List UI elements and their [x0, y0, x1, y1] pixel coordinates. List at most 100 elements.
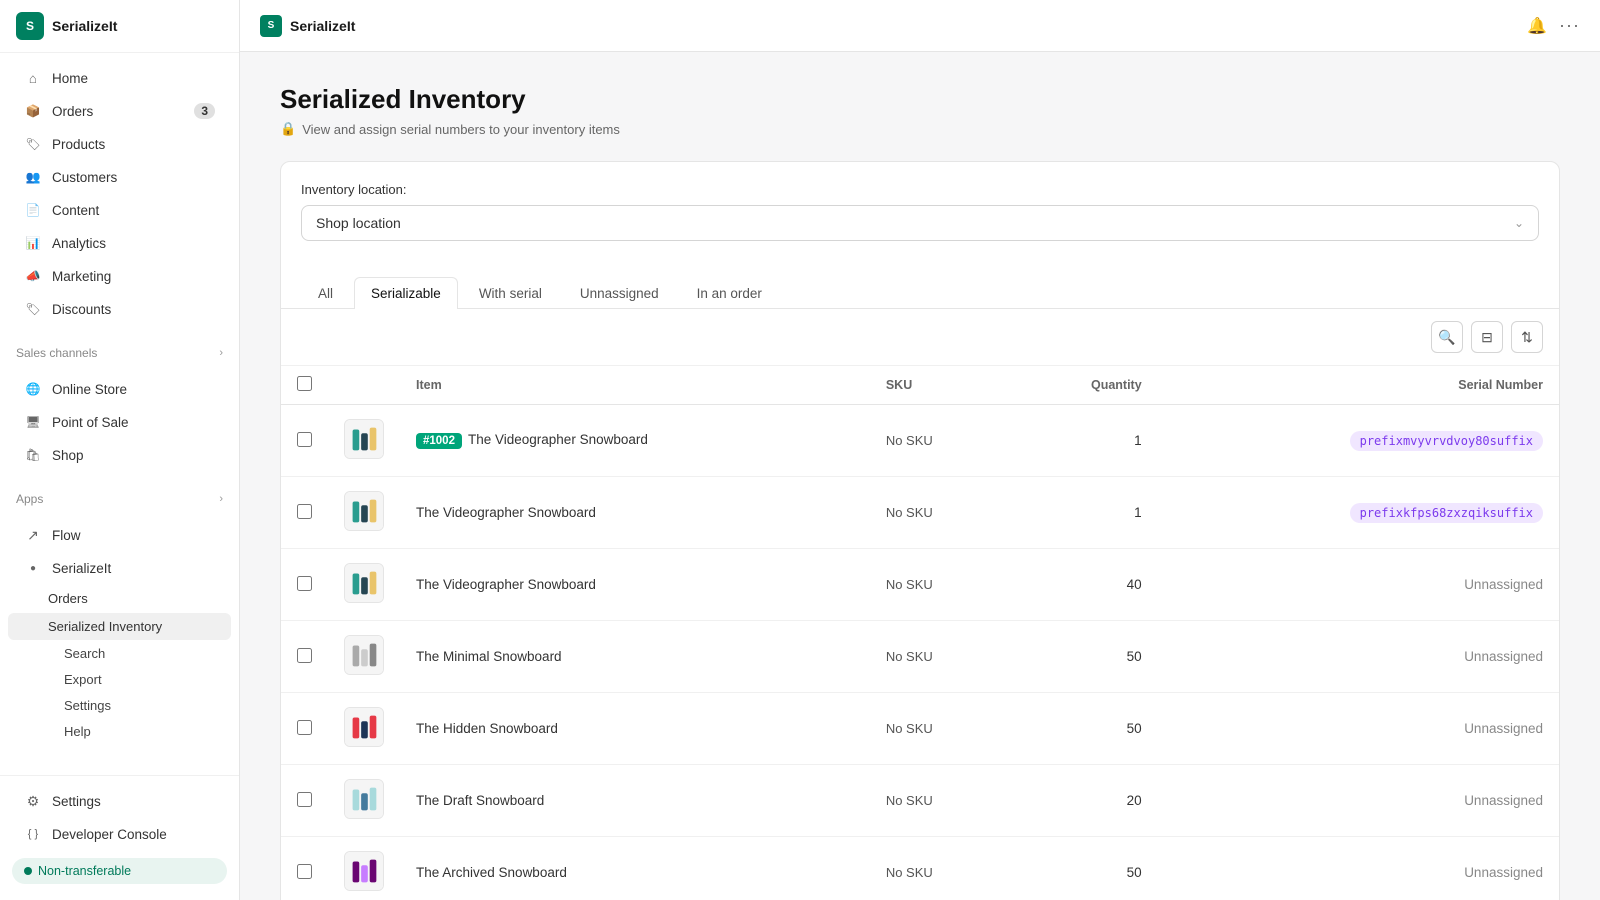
select-all-checkbox[interactable] [297, 376, 312, 391]
tab-with-serial[interactable]: With serial [462, 277, 559, 309]
sidebar-item-online-store[interactable]: Online Store [8, 373, 231, 405]
sidebar-item-developer-console[interactable]: Developer Console [8, 818, 231, 850]
tab-in-an-order[interactable]: In an order [680, 277, 779, 309]
sidebar-item-label: Content [52, 203, 99, 218]
row-thumb-cell [328, 693, 400, 765]
content-icon [24, 201, 42, 219]
row-serial-cell: Unnassigned [1158, 621, 1559, 693]
location-select[interactable]: Shop location ⌄ [301, 205, 1539, 241]
tab-all[interactable]: All [301, 277, 350, 309]
item-name: The Videographer Snowboard [468, 432, 648, 447]
sidebar-item-serializeit[interactable]: SerializeIt [8, 552, 231, 584]
row-checkbox[interactable] [297, 720, 312, 735]
home-icon [24, 69, 42, 87]
sidebar-item-content[interactable]: Content [8, 194, 231, 226]
sidebar-item-products[interactable]: Products [8, 128, 231, 160]
unassigned-text: Unnassigned [1464, 649, 1543, 664]
row-checkbox[interactable] [297, 864, 312, 879]
row-checkbox-cell [281, 693, 328, 765]
sidebar-item-flow[interactable]: Flow [8, 519, 231, 551]
sku-value: No SKU [886, 721, 933, 736]
filter-button[interactable]: ⊟ [1471, 321, 1503, 353]
sidebar-item-analytics[interactable]: Analytics [8, 227, 231, 259]
row-checkbox[interactable] [297, 576, 312, 591]
sidebar-item-orders[interactable]: Orders 3 [8, 95, 231, 127]
table-toolbar: 🔍 ⊟ ⇅ [281, 309, 1559, 366]
row-sku-cell: No SKU [870, 621, 1011, 693]
sort-button[interactable]: ⇅ [1511, 321, 1543, 353]
row-item-cell: The Hidden Snowboard [400, 693, 870, 765]
tab-serializable[interactable]: Serializable [354, 277, 458, 309]
subtitle-text: View and assign serial numbers to your i… [302, 122, 620, 137]
circle-icon [24, 867, 32, 875]
product-thumbnail [344, 851, 384, 894]
sidebar-item-discounts[interactable]: Discounts [8, 293, 231, 325]
product-thumbnail [344, 635, 384, 678]
customers-icon [24, 168, 42, 186]
table-row[interactable]: The Videographer Snowboard No SKU 1 pref… [281, 477, 1559, 549]
sidebar-item-label: Products [52, 137, 105, 152]
product-thumbnail [344, 491, 384, 534]
sidebar-sub-orders[interactable]: Orders [8, 585, 231, 612]
search-icon: 🔍 [1438, 329, 1455, 346]
sidebar-item-label: Developer Console [52, 827, 167, 842]
col-serial-number: Serial Number [1158, 366, 1559, 405]
flow-icon [24, 526, 42, 544]
non-transferable-badge: Non-transferable [12, 858, 227, 884]
item-name: The Draft Snowboard [416, 793, 544, 808]
sidebar-item-marketing[interactable]: Marketing [8, 260, 231, 292]
row-checkbox-cell [281, 837, 328, 900]
col-quantity: Quantity [1010, 366, 1157, 405]
orders-badge: 3 [194, 103, 215, 119]
search-button[interactable]: 🔍 [1431, 321, 1463, 353]
row-quantity-cell: 40 [1010, 549, 1157, 621]
sales-channels-header[interactable]: Sales channels › [0, 334, 239, 364]
item-name: The Videographer Snowboard [416, 577, 596, 592]
row-checkbox[interactable] [297, 792, 312, 807]
table-row[interactable]: #1002The Videographer Snowboard No SKU 1… [281, 405, 1559, 477]
sales-channels-nav: Online Store Point of Sale Shop [0, 364, 239, 480]
unassigned-text: Unnassigned [1464, 793, 1543, 808]
sidebar-item-shop[interactable]: Shop [8, 439, 231, 471]
row-checkbox[interactable] [297, 432, 312, 447]
sidebar-subsub-search[interactable]: Search [8, 641, 231, 666]
row-thumb-cell [328, 477, 400, 549]
table-row[interactable]: The Hidden Snowboard No SKU 50 Unnassign… [281, 693, 1559, 765]
table-row[interactable]: The Draft Snowboard No SKU 20 Unnassigne… [281, 765, 1559, 837]
col-item-thumb [328, 366, 400, 405]
sidebar-item-point-of-sale[interactable]: Point of Sale [8, 406, 231, 438]
row-checkbox[interactable] [297, 648, 312, 663]
lock-icon: 🔒 [280, 121, 296, 137]
row-sku-cell: No SKU [870, 549, 1011, 621]
row-quantity-cell: 50 [1010, 621, 1157, 693]
online-store-icon [24, 380, 42, 398]
sidebar-item-home[interactable]: Home [8, 62, 231, 94]
sort-icon: ⇅ [1521, 329, 1533, 346]
table-row[interactable]: The Videographer Snowboard No SKU 40 Unn… [281, 549, 1559, 621]
sidebar-subsub-settings[interactable]: Settings [8, 693, 231, 718]
sku-value: No SKU [886, 649, 933, 664]
notification-icon[interactable]: 🔔 [1527, 16, 1547, 36]
sidebar-item-settings[interactable]: Settings [8, 785, 231, 817]
apps-header[interactable]: Apps › [0, 480, 239, 510]
page-subtitle: 🔒 View and assign serial numbers to your… [280, 121, 1560, 137]
topbar-title: SerializeIt [290, 18, 355, 34]
sidebar-sub-serialized-inventory[interactable]: Serialized Inventory [8, 613, 231, 640]
row-serial-cell: Unnassigned [1158, 549, 1559, 621]
sidebar-subsub-export[interactable]: Export [8, 667, 231, 692]
sidebar-subsub-help[interactable]: Help [8, 719, 231, 744]
product-thumbnail [344, 779, 384, 822]
chevron-right-icon: › [219, 493, 223, 505]
table-row[interactable]: The Archived Snowboard No SKU 50 Unnassi… [281, 837, 1559, 900]
quantity-value: 1 [1134, 433, 1142, 448]
table-row[interactable]: The Minimal Snowboard No SKU 50 Unnassig… [281, 621, 1559, 693]
chevron-right-icon: › [219, 347, 223, 359]
topbar-right: 🔔 ··· [1527, 15, 1580, 36]
filter-icon: ⊟ [1481, 329, 1493, 346]
row-checkbox[interactable] [297, 504, 312, 519]
more-icon[interactable]: ··· [1559, 15, 1580, 36]
sku-value: No SKU [886, 505, 933, 520]
tab-unnassigned[interactable]: Unnassigned [563, 277, 676, 309]
sidebar-item-customers[interactable]: Customers [8, 161, 231, 193]
sidebar-item-label: Shop [52, 448, 84, 463]
